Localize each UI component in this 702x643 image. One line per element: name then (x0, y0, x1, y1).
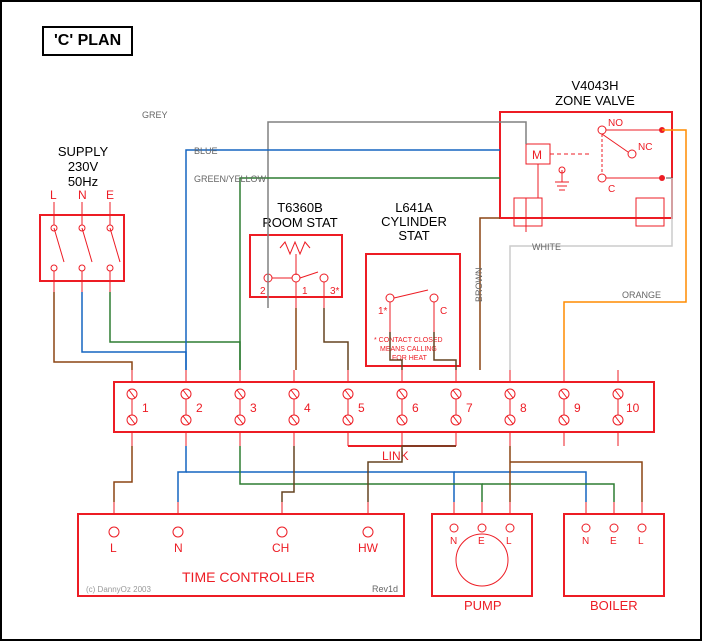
svg-text:BOILER: BOILER (590, 598, 638, 613)
svg-text:N: N (174, 541, 183, 555)
diagram-frame: 'C' PLAN SUPPLY 230V 50Hz T6360B ROOM ST… (0, 0, 702, 641)
svg-text:CH: CH (272, 541, 289, 555)
svg-text:1: 1 (142, 401, 149, 415)
copyright: (c) DannyOz 2003 (86, 585, 151, 594)
svg-text:GREEN/YELLOW: GREEN/YELLOW (194, 174, 267, 184)
svg-text:5: 5 (358, 401, 365, 415)
supply-L: L (50, 188, 57, 202)
svg-text:MEANS CALLING: MEANS CALLING (380, 346, 437, 353)
svg-text:NC: NC (638, 142, 652, 153)
roomstat-box: 2 1 3* (250, 235, 342, 308)
svg-text:* CONTACT CLOSED: * CONTACT CLOSED (374, 337, 443, 344)
svg-text:C: C (440, 306, 447, 317)
svg-text:6: 6 (412, 401, 419, 415)
svg-text:L: L (110, 541, 117, 555)
svg-text:WHITE: WHITE (532, 242, 561, 252)
svg-text:TIME CONTROLLER: TIME CONTROLLER (182, 569, 315, 585)
supply-box: L N E (40, 188, 124, 292)
junction-block (114, 382, 654, 432)
svg-text:C: C (608, 184, 615, 195)
svg-text:FOR HEAT: FOR HEAT (392, 355, 428, 362)
link-label: LINK (382, 449, 409, 463)
rev: Rev1d (372, 584, 398, 594)
svg-text:BLUE: BLUE (194, 146, 218, 156)
supply-E: E (106, 188, 114, 202)
svg-text:9: 9 (574, 401, 581, 415)
svg-text:PUMP: PUMP (464, 598, 502, 613)
svg-text:3*: 3* (330, 286, 340, 297)
svg-text:10: 10 (626, 401, 640, 415)
svg-text:4: 4 (304, 401, 311, 415)
boiler-box: N E L BOILER (564, 502, 664, 613)
pump-box: N E L PUMP (432, 502, 532, 613)
svg-text:E: E (610, 536, 617, 547)
svg-text:7: 7 (466, 401, 473, 415)
svg-text:L: L (506, 536, 512, 547)
svg-text:M: M (532, 148, 542, 162)
cylstat-box: 1* C * CONTACT CLOSED MEANS CALLING FOR … (366, 254, 460, 366)
svg-text:GREY: GREY (142, 110, 168, 120)
svg-text:BROWN: BROWN (474, 268, 484, 303)
svg-text:HW: HW (358, 541, 379, 555)
svg-text:N: N (582, 536, 589, 547)
svg-text:E: E (478, 536, 485, 547)
svg-text:8: 8 (520, 401, 527, 415)
svg-text:N: N (450, 536, 457, 547)
svg-text:2: 2 (196, 401, 203, 415)
supply-N: N (78, 188, 87, 202)
svg-text:NO: NO (608, 118, 623, 129)
svg-text:L: L (638, 536, 644, 547)
svg-text:3: 3 (250, 401, 257, 415)
svg-text:1*: 1* (378, 306, 388, 317)
svg-text:ORANGE: ORANGE (622, 290, 661, 300)
wiring-svg: L N E 2 1 3* (2, 2, 702, 643)
svg-text:2: 2 (260, 286, 266, 297)
svg-text:1: 1 (302, 286, 308, 297)
timecontroller-box: L N CH HW TIME CONTROLLER (78, 502, 404, 596)
